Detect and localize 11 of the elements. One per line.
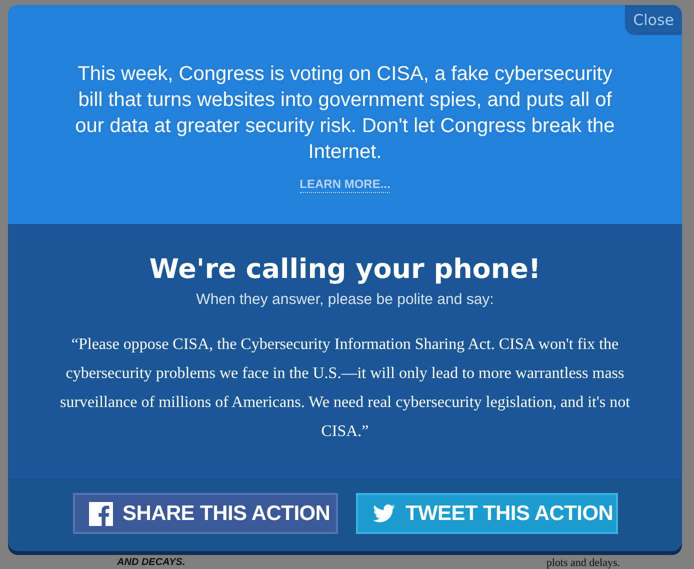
comic-caption: AND DECAYS. (117, 557, 186, 569)
learn-more-link[interactable]: LEARN MORE... (300, 177, 390, 193)
close-button[interactable]: Close (625, 5, 682, 35)
dialog-subheading: When they answer, please be polite and say: (196, 291, 494, 308)
body-text: plots and delays. (546, 557, 620, 569)
share-button[interactable]: TWEET THIS ACTION (356, 493, 618, 534)
call-script: “Please oppose CISA, the Cybersecurity Information Sharing Act. CISA won't fix the cybersecurity problems we face in the U.S.—it will only lead to more warrantless mass surveillance of millions of Americans. We need real cybersecurity legislation, and it's not CISA.” (58, 335, 632, 442)
facebook-icon (88, 502, 112, 526)
campaign-message: This week, Congress is voting on CISA, a fake cybersecurity bill that turns websites into government spies, and puts all of our data at greater security risk. Don't let Congress break the Internet. (74, 62, 616, 165)
dialog-heading: We're calling your phone! (149, 254, 541, 285)
share-button[interactable]: SHARE THIS ACTION (72, 493, 338, 534)
